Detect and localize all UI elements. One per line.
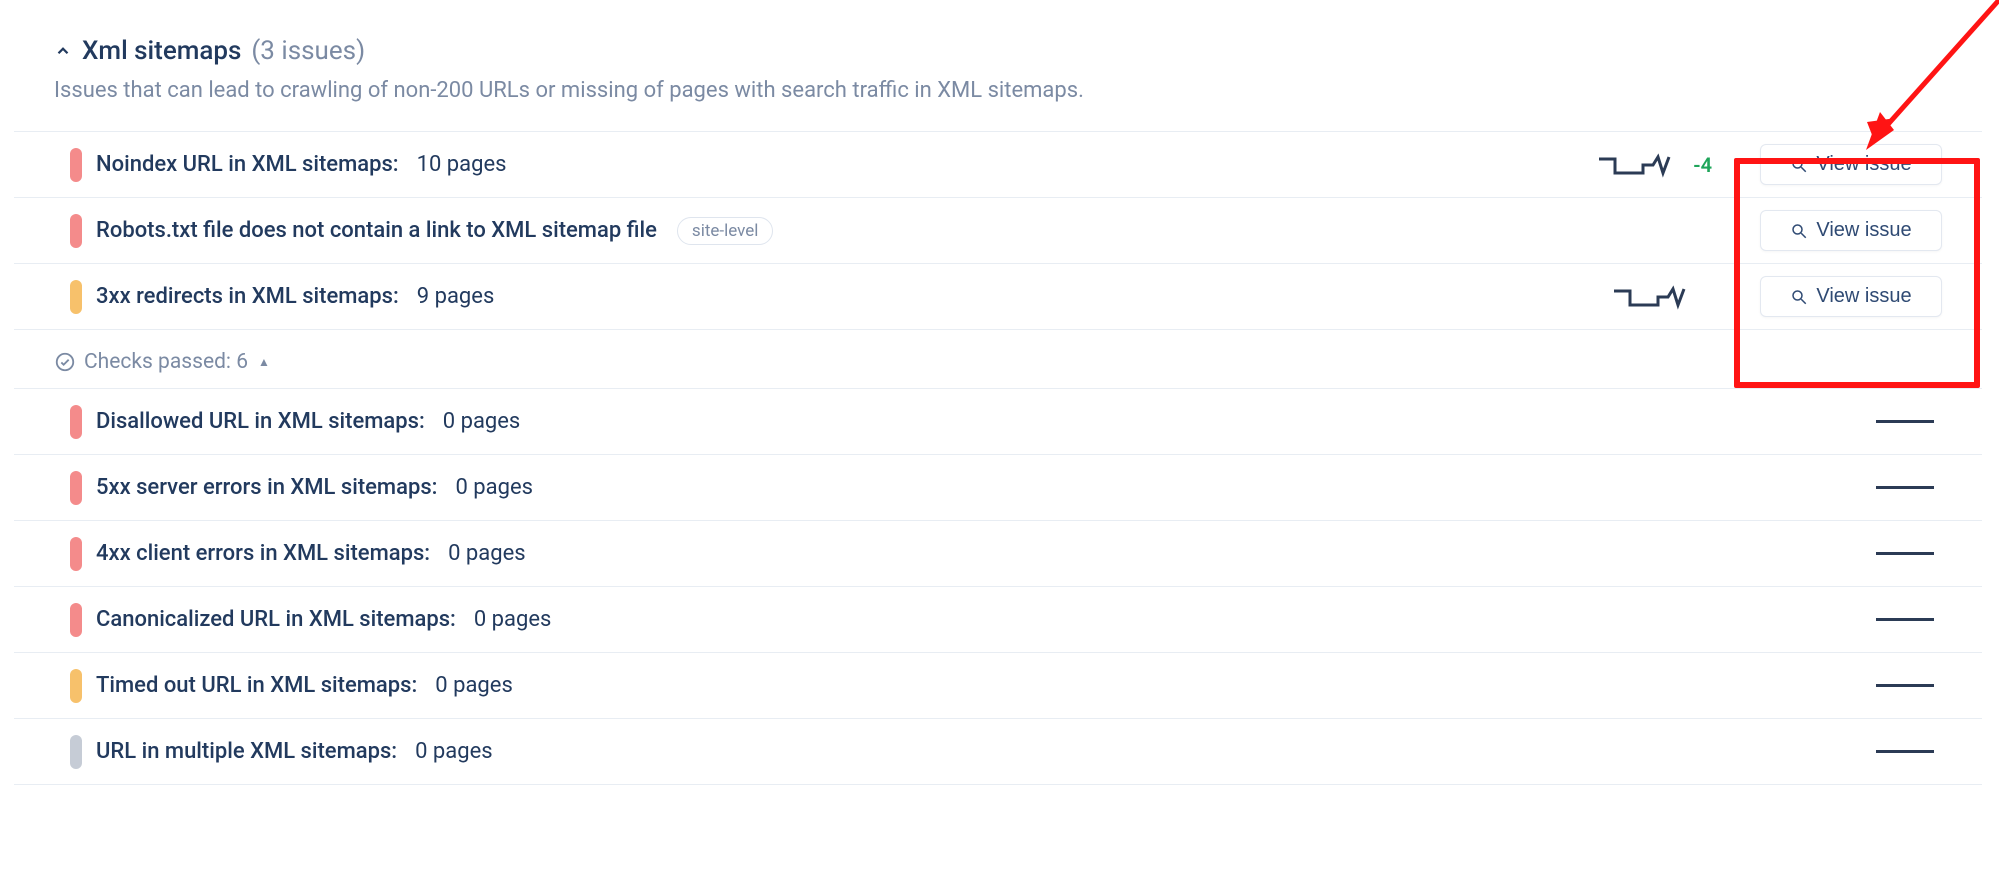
issue-value: 0 pages: [455, 475, 533, 500]
passed-check-row[interactable]: Disallowed URL in XML sitemaps: 0 pages: [14, 389, 1982, 455]
issue-value: 0 pages: [443, 409, 521, 434]
severity-pill: [70, 471, 82, 505]
caret-up-icon: ▲: [258, 355, 270, 369]
passed-checks-list: Disallowed URL in XML sitemaps: 0 pages …: [14, 388, 1982, 785]
section-issue-count: (3 issues): [251, 36, 365, 66]
issue-row[interactable]: 3xx redirects in XML sitemaps: 9 pages V…: [14, 264, 1982, 330]
sparkline-icon: [1597, 151, 1673, 179]
issues-list: Noindex URL in XML sitemaps: 10 pages -4…: [14, 131, 1982, 330]
flatline-icon: [1876, 684, 1934, 687]
search-icon: [1790, 222, 1808, 240]
issue-value: 0 pages: [435, 673, 513, 698]
severity-pill: [70, 148, 82, 182]
passed-check-row[interactable]: Timed out URL in XML sitemaps: 0 pages: [14, 653, 1982, 719]
section-header: Xml sitemaps (3 issues): [14, 0, 1982, 78]
passed-check-row[interactable]: 5xx server errors in XML sitemaps: 0 pag…: [14, 455, 1982, 521]
issue-value: 0 pages: [415, 739, 493, 764]
severity-pill: [70, 280, 82, 314]
severity-pill: [70, 405, 82, 439]
section-title: Xml sitemaps: [82, 36, 241, 66]
issue-value: 0 pages: [474, 607, 552, 632]
chevron-up-icon[interactable]: [54, 42, 72, 60]
issue-label: Disallowed URL in XML sitemaps:: [96, 409, 425, 434]
issue-label: Noindex URL in XML sitemaps:: [96, 152, 399, 177]
issue-label: URL in multiple XML sitemaps:: [96, 739, 397, 764]
severity-pill: [70, 214, 82, 248]
flatline-icon: [1876, 486, 1934, 489]
flatline-icon: [1876, 618, 1934, 621]
severity-pill: [70, 603, 82, 637]
issue-row[interactable]: Robots.txt file does not contain a link …: [14, 198, 1982, 264]
check-circle-icon: [54, 351, 76, 373]
issue-label: Timed out URL in XML sitemaps:: [96, 673, 417, 698]
issue-value: 9 pages: [417, 284, 495, 309]
issue-label: 5xx server errors in XML sitemaps:: [96, 475, 437, 500]
section-description: Issues that can lead to crawling of non-…: [14, 78, 1982, 131]
passed-check-row[interactable]: Canonicalized URL in XML sitemaps: 0 pag…: [14, 587, 1982, 653]
issue-value: 0 pages: [448, 541, 526, 566]
xml-sitemaps-panel: Xml sitemaps (3 issues) Issues that can …: [14, 0, 1982, 805]
issue-label: Robots.txt file does not contain a link …: [96, 218, 657, 243]
search-icon: [1790, 288, 1808, 306]
issue-value: 10 pages: [417, 152, 507, 177]
issue-row[interactable]: Noindex URL in XML sitemaps: 10 pages -4…: [14, 132, 1982, 198]
site-level-badge: site-level: [677, 217, 774, 245]
severity-pill: [70, 735, 82, 769]
flatline-icon: [1876, 750, 1934, 753]
flatline-icon: [1876, 552, 1934, 555]
view-issue-label: View issue: [1816, 219, 1911, 242]
issue-delta: -4: [1693, 153, 1712, 177]
search-icon: [1790, 156, 1808, 174]
severity-pill: [70, 537, 82, 571]
flatline-icon: [1876, 420, 1934, 423]
issue-label: 3xx redirects in XML sitemaps:: [96, 284, 399, 309]
checks-passed-label: Checks passed: 6: [84, 350, 248, 374]
view-issue-button[interactable]: View issue: [1760, 276, 1942, 317]
issue-label: 4xx client errors in XML sitemaps:: [96, 541, 430, 566]
view-issue-button[interactable]: View issue: [1760, 210, 1942, 251]
sparkline-icon: [1612, 283, 1688, 311]
passed-check-row[interactable]: 4xx client errors in XML sitemaps: 0 pag…: [14, 521, 1982, 587]
checks-passed-toggle[interactable]: Checks passed: 6 ▲: [14, 330, 1982, 388]
issue-label: Canonicalized URL in XML sitemaps:: [96, 607, 456, 632]
view-issue-label: View issue: [1816, 285, 1911, 308]
severity-pill: [70, 669, 82, 703]
view-issue-button[interactable]: View issue: [1760, 144, 1942, 185]
passed-check-row[interactable]: URL in multiple XML sitemaps: 0 pages: [14, 719, 1982, 785]
view-issue-label: View issue: [1816, 153, 1911, 176]
